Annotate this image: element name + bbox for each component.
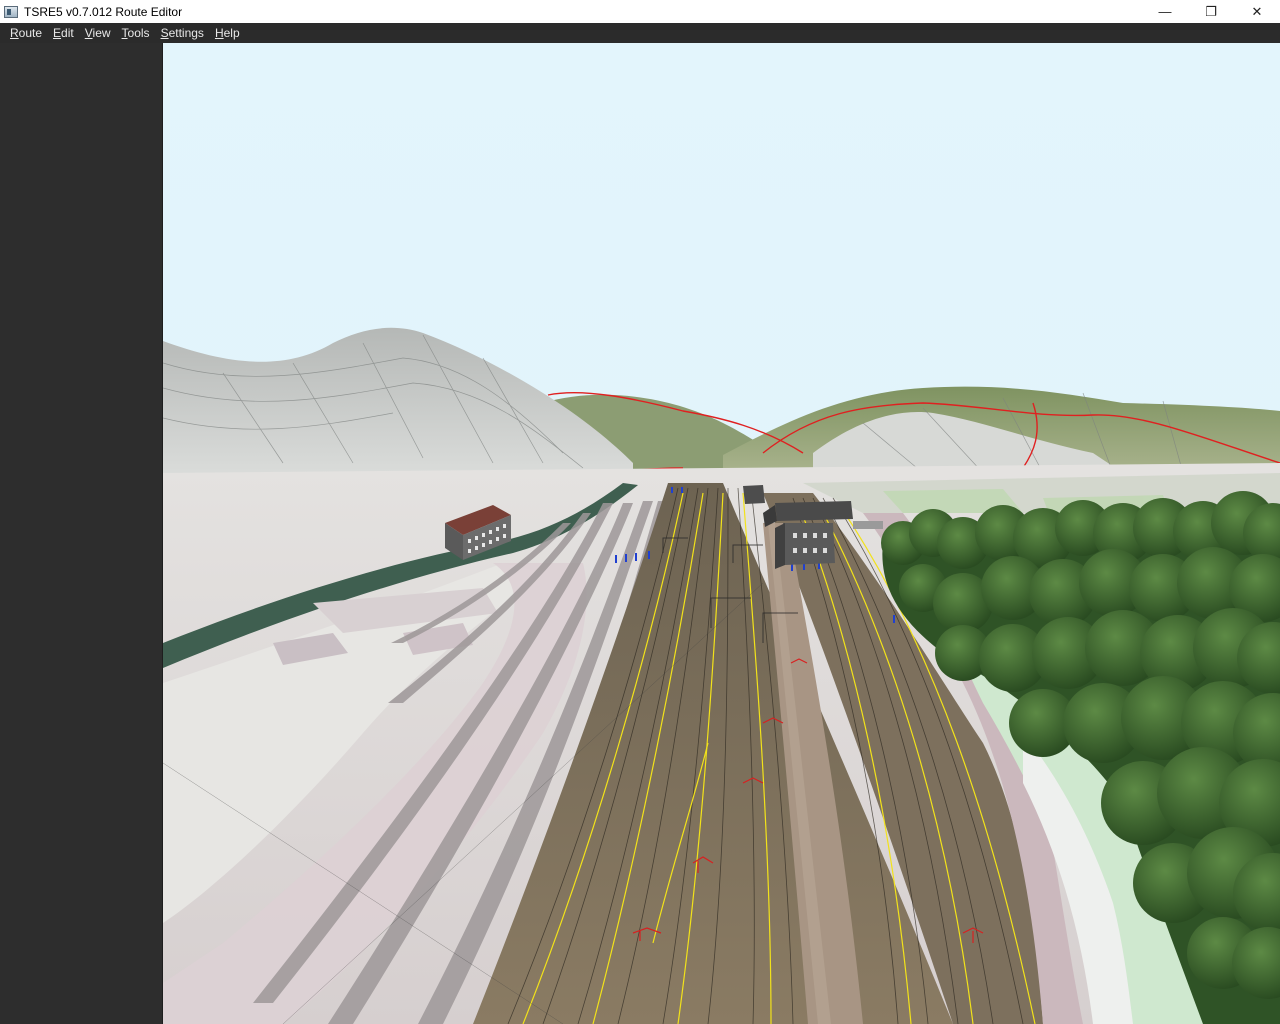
scene-render[interactable] xyxy=(163,43,1280,1024)
close-button[interactable]: ✕ xyxy=(1234,0,1280,23)
tool-panel[interactable] xyxy=(0,43,163,1024)
menu-view[interactable]: View xyxy=(80,23,117,43)
window-title: TSRE5 v0.7.012 Route Editor xyxy=(24,4,183,19)
title-bar: TSRE5 v0.7.012 Route Editor — ❐ ✕ xyxy=(0,0,1280,23)
restore-button[interactable]: ❐ xyxy=(1188,0,1234,23)
menu-bar: Route Edit View Tools Settings Help xyxy=(0,23,1280,43)
menu-route[interactable]: Route xyxy=(0,23,48,43)
route-3d-viewport[interactable] xyxy=(163,43,1280,1024)
menu-edit[interactable]: Edit xyxy=(48,23,80,43)
menu-tools[interactable]: Tools xyxy=(117,23,156,43)
minimize-button[interactable]: — xyxy=(1142,0,1188,23)
menu-help[interactable]: Help xyxy=(210,23,246,43)
app-icon xyxy=(4,5,18,18)
menu-settings[interactable]: Settings xyxy=(156,23,210,43)
